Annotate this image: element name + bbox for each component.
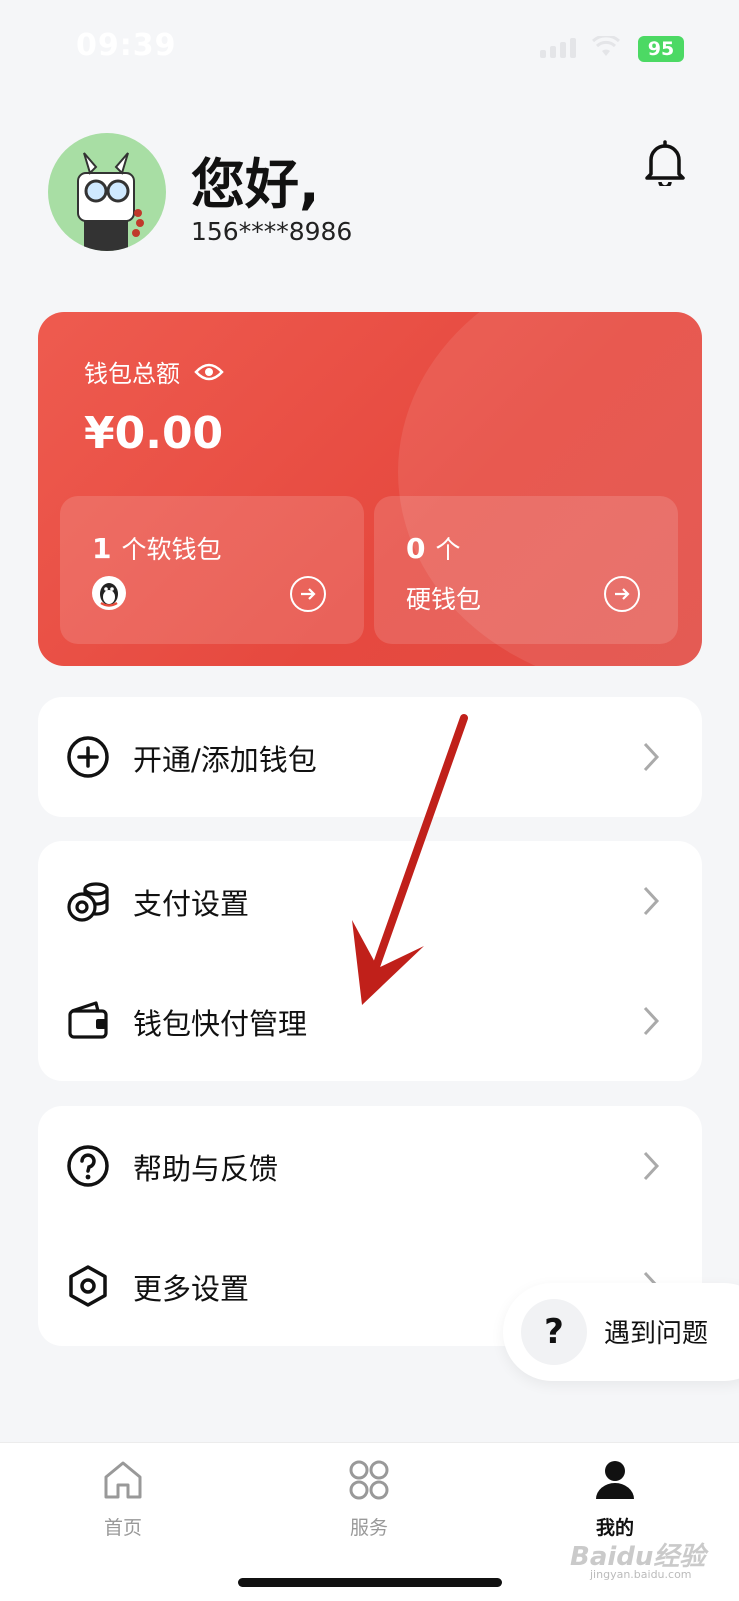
question-circle-icon: [67, 1145, 109, 1187]
hard-wallet-arrow-icon[interactable]: [604, 576, 640, 612]
home-indicator[interactable]: [238, 1578, 502, 1587]
wifi-icon: [592, 36, 620, 56]
chevron-right-icon: [643, 886, 660, 916]
hard-wallet-count: 0: [406, 532, 426, 565]
soft-wallet-count: 1: [92, 532, 112, 565]
bell-icon[interactable]: [643, 140, 687, 186]
user-icon: [596, 1461, 634, 1499]
hard-wallet-card[interactable]: 0个 硬钱包: [374, 496, 678, 644]
phone-number: 156****8986: [191, 217, 353, 246]
question-icon: ?: [521, 1299, 587, 1365]
help-float-button[interactable]: ? 遇到问题: [503, 1283, 739, 1381]
menu-item-quick-pay[interactable]: 钱包快付管理: [38, 961, 702, 1081]
tab-services[interactable]: 服务: [309, 1457, 429, 1540]
grid-icon: [349, 1460, 389, 1500]
hard-wallet-count-line: 0个: [406, 530, 461, 566]
menu-item-payment-settings[interactable]: 支付设置: [38, 841, 702, 961]
wallet-amount: ¥0.00: [84, 408, 224, 459]
menu-card-open-wallet: 开通/添加钱包: [38, 697, 702, 817]
menu-item-open-wallet[interactable]: 开通/添加钱包: [38, 697, 702, 817]
menu-label-help-feedback: 帮助与反馈: [133, 1152, 279, 1186]
wallet-card: 钱包总额 ¥0.00 1 个软钱包 0个 硬钱包: [38, 312, 702, 666]
baidu-watermark-url: jingyan.baidu.com: [590, 1568, 692, 1581]
chevron-right-icon: [643, 1151, 660, 1181]
battery-icon: 95: [638, 36, 684, 62]
avatar[interactable]: [48, 133, 166, 251]
coins-icon: [67, 882, 109, 922]
menu-label-quick-pay: 钱包快付管理: [133, 1007, 308, 1041]
hard-wallet-unit: 个: [435, 535, 461, 564]
eye-icon[interactable]: [194, 362, 224, 382]
soft-wallet-arrow-icon[interactable]: [290, 576, 326, 612]
help-float-label: 遇到问题: [604, 1319, 709, 1349]
plus-circle-icon: [67, 736, 109, 778]
soft-wallet-count-line: 1 个软钱包: [92, 530, 222, 566]
hexagon-settings-icon: [69, 1265, 107, 1307]
chevron-right-icon: [643, 1006, 660, 1036]
soft-wallet-card[interactable]: 1 个软钱包: [60, 496, 364, 644]
wallet-total-text: 钱包总额: [84, 360, 180, 388]
menu-label-more-settings: 更多设置: [133, 1272, 250, 1306]
penguin-icon: [92, 576, 126, 610]
avatar-image: [77, 152, 144, 251]
tab-home-label: 首页: [103, 1517, 142, 1539]
menu-item-help-feedback[interactable]: 帮助与反馈: [38, 1106, 702, 1226]
chevron-right-icon: [643, 742, 660, 772]
home-icon: [104, 1461, 142, 1499]
signal-icon: [540, 38, 576, 58]
tab-home[interactable]: 首页: [63, 1457, 183, 1540]
soft-wallet-text: 个软钱包: [121, 535, 222, 564]
status-bar: 09:39 95: [0, 0, 739, 96]
menu-label-payment-settings: 支付设置: [133, 887, 250, 921]
wallet-icon: [68, 1001, 108, 1039]
menu-label-open-wallet: 开通/添加钱包: [133, 743, 317, 777]
hard-wallet-text: 硬钱包: [406, 585, 482, 614]
wallet-total-label: 钱包总额: [84, 354, 224, 389]
status-time: 09:39: [76, 28, 177, 63]
menu-card-payment: 支付设置 钱包快付管理: [38, 841, 702, 1081]
greeting-title: 您好,: [191, 153, 320, 216]
tab-services-label: 服务: [349, 1517, 388, 1539]
tab-mine[interactable]: 我的: [555, 1457, 675, 1540]
